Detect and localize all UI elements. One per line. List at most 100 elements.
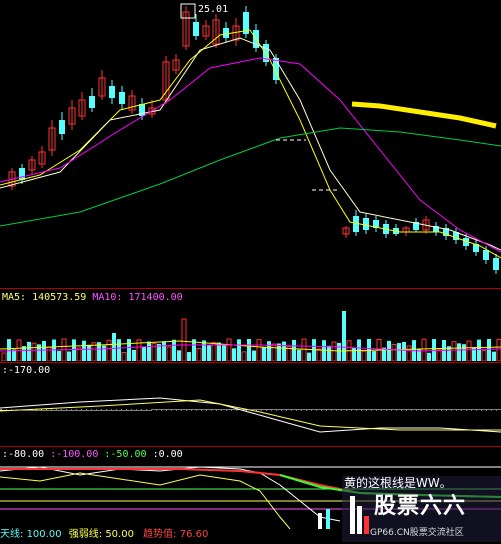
macd-bar	[442, 410, 446, 420]
volume-ma5-value: 140573.59	[32, 292, 87, 303]
volume-bar	[37, 344, 41, 361]
volume-bar	[436, 349, 442, 361]
volume-bar	[292, 339, 296, 361]
volume-bar	[331, 341, 337, 361]
osc-bar	[326, 509, 330, 529]
volume-bar	[57, 350, 61, 361]
volume-bar	[82, 340, 86, 361]
macd-bar	[172, 410, 176, 412]
macd-bar	[337, 410, 341, 438]
macd-bar	[92, 401, 96, 410]
volume-bar	[232, 348, 236, 361]
macd-bar	[487, 410, 491, 419]
macd-bar	[452, 410, 456, 420]
ma20-line	[0, 127, 501, 227]
volume-bar	[307, 352, 311, 361]
volume-bar	[492, 351, 496, 361]
osc-level-100: :-100.00	[50, 449, 99, 460]
volume-bar	[466, 340, 472, 361]
volume-chart[interactable]	[0, 305, 501, 361]
volume-bar	[457, 343, 461, 361]
macd-bar	[397, 410, 401, 420]
volume-bar	[271, 343, 277, 361]
macd-bar	[102, 400, 106, 410]
osc-level-80: :-80.00	[2, 449, 45, 460]
volume-bar	[427, 352, 431, 361]
volume-bar	[361, 350, 367, 361]
macd-bar	[82, 405, 86, 410]
volume-bar	[256, 339, 262, 361]
macd-bar	[197, 410, 201, 412]
macd-bar	[237, 410, 241, 412]
volume-bar	[132, 349, 136, 361]
volume-bar	[46, 346, 52, 361]
volume-bar	[187, 352, 191, 361]
volume-bar	[31, 342, 37, 361]
volume-bar	[301, 338, 307, 361]
price-chart[interactable]	[0, 0, 501, 288]
macd-bar	[297, 410, 301, 427]
volume-bar	[387, 340, 391, 361]
osc-bar	[318, 513, 322, 529]
macd-bar	[477, 410, 481, 416]
volume-bar	[7, 339, 11, 361]
volume-bar	[406, 345, 412, 361]
macd-bar	[462, 410, 466, 418]
macd-bar	[207, 410, 211, 412]
candle-body	[109, 86, 115, 98]
macd-bar	[282, 410, 286, 423]
volume-bar	[106, 339, 112, 361]
macd-bar	[67, 400, 71, 410]
osc-bottom-legend: 天线: 100.00 强弱线: 50.00 趋势值: 76.60	[0, 529, 208, 541]
macd-bar	[62, 400, 66, 410]
volume-bar	[277, 343, 281, 361]
candle-body	[483, 250, 489, 260]
macd-bar	[352, 410, 356, 442]
tian-label: 天线:	[0, 529, 24, 540]
tian-value: 100.00	[26, 529, 62, 540]
macd-bar	[412, 410, 416, 418]
macd-bar	[482, 410, 486, 418]
osc-level-50: :-50.00	[104, 449, 147, 460]
macd-bar	[17, 400, 21, 410]
volume-bar	[142, 346, 146, 361]
volume-bar	[172, 339, 176, 361]
macd-bar	[292, 410, 296, 426]
ww-yellow-line	[351, 101, 497, 129]
macd-bar	[192, 410, 196, 412]
macd-bar	[472, 410, 476, 415]
osc-levels-legend: :-80.00 :-100.00 :-50.00 :0.00	[2, 449, 183, 461]
volume-bar	[477, 339, 481, 361]
volume-bar	[196, 348, 202, 361]
macd-bar	[447, 410, 451, 420]
macd-bar	[492, 410, 496, 420]
separator	[0, 446, 501, 447]
macd-bar	[142, 400, 146, 410]
volume-bar	[202, 340, 206, 361]
macd-bar	[122, 404, 126, 410]
volume-bar	[496, 338, 501, 361]
volume-bar	[451, 341, 457, 361]
macd-bar	[347, 410, 351, 441]
macd-bar	[232, 410, 236, 412]
volume-bar	[327, 345, 331, 361]
volume-bar	[166, 346, 172, 361]
macd-bar	[277, 410, 281, 421]
candle-body	[119, 92, 125, 104]
volume-bar	[87, 344, 91, 361]
candle-body	[493, 258, 499, 270]
macd-bar	[97, 400, 101, 410]
high-price-label: 25.01	[198, 4, 229, 15]
volume-bar	[102, 345, 106, 361]
volume-ma5-label: MA5:	[2, 292, 27, 303]
osc-level-0: :0.00	[152, 449, 183, 460]
volume-bar	[487, 339, 491, 361]
macd-chart[interactable]	[0, 378, 501, 444]
macd-bar	[342, 410, 346, 440]
volume-ma10-value: 171400.00	[128, 292, 183, 303]
macd-bar	[467, 410, 471, 417]
volume-bar	[282, 341, 286, 361]
candle-body	[59, 120, 65, 134]
strong-value: 50.00	[105, 529, 134, 540]
macd-bar	[432, 410, 436, 418]
